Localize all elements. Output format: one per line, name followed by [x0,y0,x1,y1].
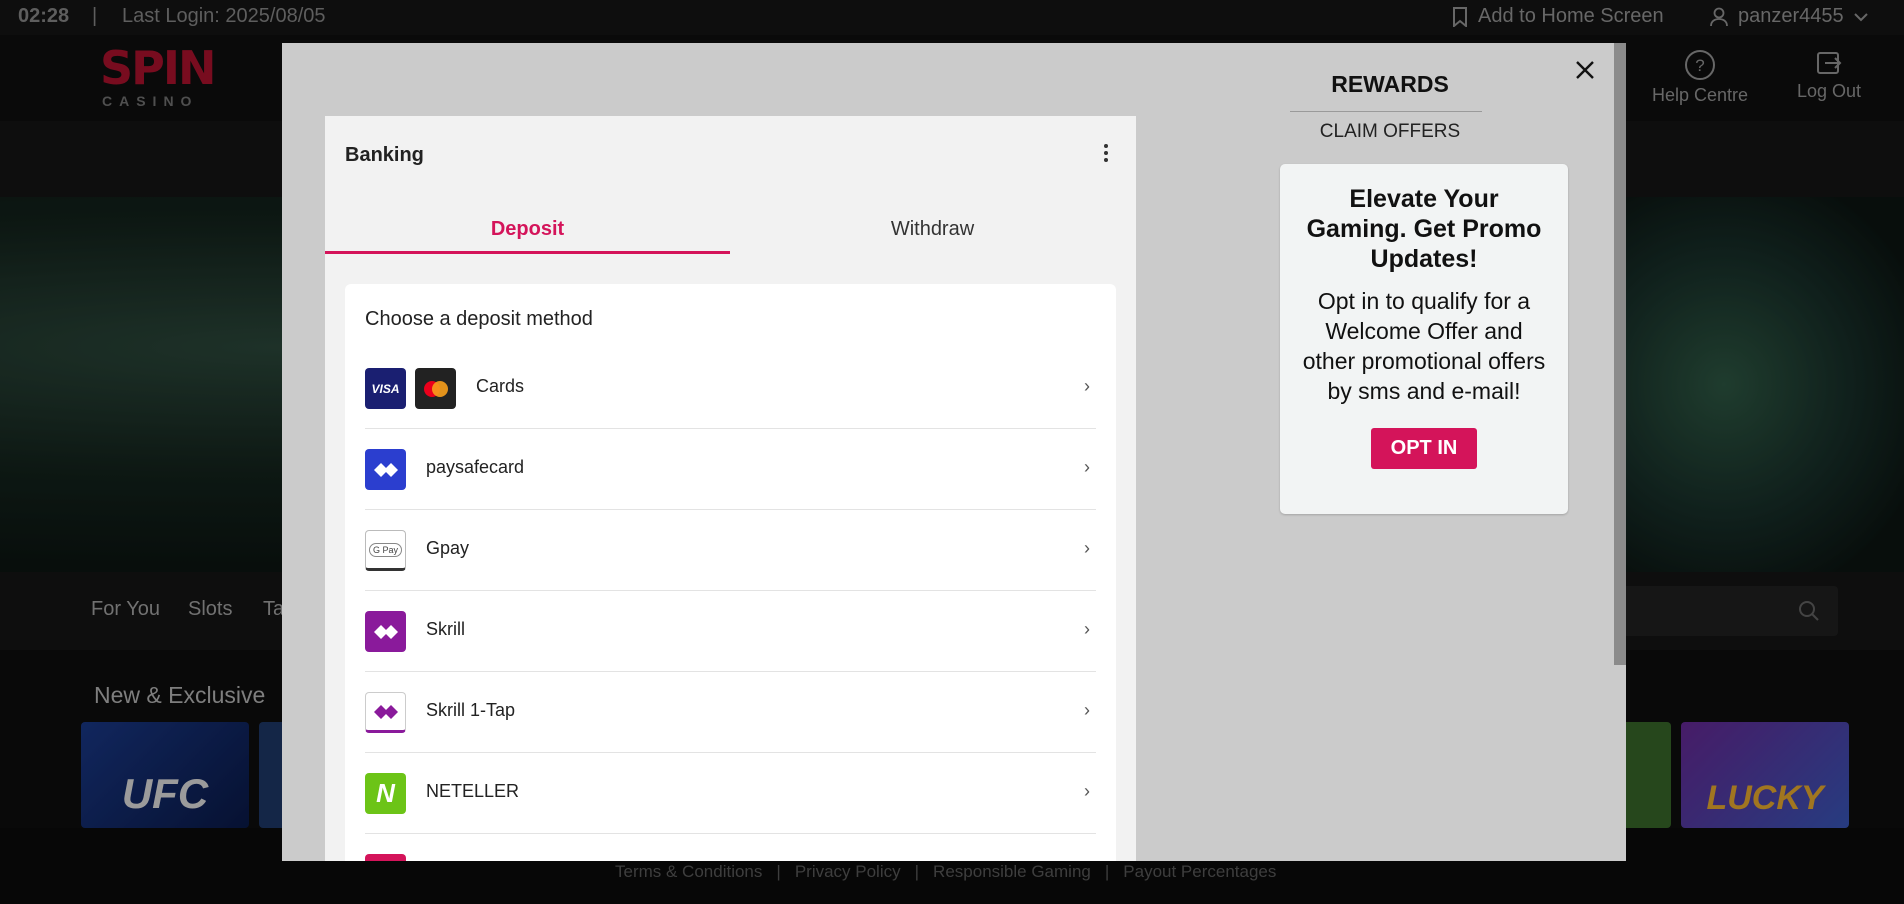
more-options-icon[interactable] [1102,142,1110,164]
method-gpay[interactable]: G Pay Gpay › [365,510,1096,591]
deposit-methods-heading: Choose a deposit method [365,308,593,330]
chevron-right-icon: › [1084,457,1090,477]
google-pay-icon: G Pay [365,530,406,571]
skrill-1-tap-icon [365,692,406,733]
divider [1290,111,1482,112]
method-neteller[interactable]: N NETELLER › [365,753,1096,834]
cashier-modal: Banking Deposit Withdraw Choose a deposi… [282,43,1626,861]
promo-heading: Elevate Your Gaming. Get Promo Updates! [1306,185,1542,273]
close-icon [1576,61,1594,79]
method-partial[interactable] [365,834,1096,861]
rewards-title: REWARDS [1331,71,1449,97]
method-skrill[interactable]: Skrill › [365,591,1096,672]
neteller-icon: N [365,773,406,814]
method-skrill-1-tap[interactable]: Skrill 1-Tap › [365,672,1096,753]
banking-panel: Banking Deposit Withdraw Choose a deposi… [325,116,1136,861]
tab-withdraw[interactable]: Withdraw [730,198,1135,254]
chevron-right-icon: › [1084,700,1090,720]
close-button[interactable] [1570,55,1600,85]
method-label: paysafecard [426,457,525,477]
deposit-methods-card: Choose a deposit method VISA Cards › pay… [345,284,1116,861]
rewards-panel: REWARDS CLAIM OFFERS Elevate Your Gaming… [1240,43,1568,861]
paysafecard-icon [365,449,406,490]
chevron-right-icon: › [1084,781,1090,801]
opt-in-button[interactable]: OPT IN [1370,428,1478,469]
method-label: Skrill [426,619,465,639]
mastercard-icon [415,368,456,409]
method-cards[interactable]: VISA Cards › [365,348,1096,429]
method-paysafecard[interactable]: paysafecard › [365,429,1096,510]
banking-title: Banking [345,144,424,166]
method-label: Skrill 1-Tap [426,700,516,720]
scrollbar-thumb[interactable] [1614,43,1626,665]
method-label: Gpay [426,538,470,558]
tab-deposit[interactable]: Deposit [325,198,730,254]
visa-icon: VISA [365,368,406,409]
chevron-right-icon: › [1084,376,1090,396]
method-label: Cards [476,376,525,396]
skrill-icon [365,611,406,652]
banking-tabs: Deposit Withdraw [325,198,1136,254]
claim-offers-link[interactable]: CLAIM OFFERS [1240,121,1540,143]
method-label: NETELLER [426,781,520,801]
chevron-right-icon: › [1084,538,1090,558]
payment-icon [365,854,406,861]
modal-scrollbar[interactable] [1614,43,1626,861]
promo-card: Elevate Your Gaming. Get Promo Updates! … [1280,164,1568,514]
chevron-right-icon: › [1084,619,1090,639]
promo-body: Opt in to qualify for a Welcome Offer an… [1302,288,1546,404]
